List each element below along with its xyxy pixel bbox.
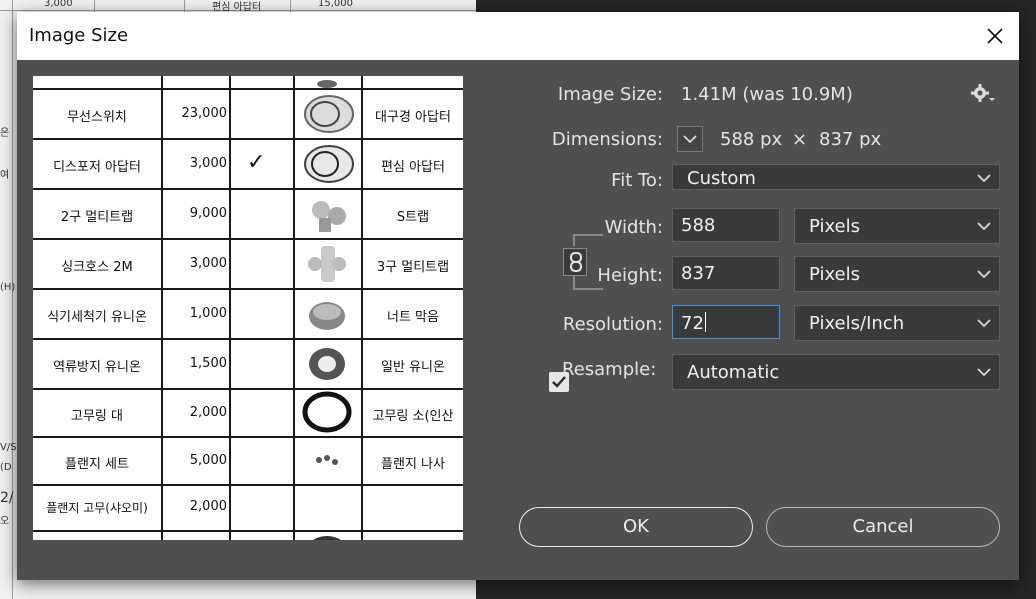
image-size-label: Image Size:	[557, 84, 663, 105]
gear-icon	[971, 84, 995, 102]
preview-cell-name: 무선스위치	[67, 110, 127, 125]
product-photo-icon	[304, 145, 354, 183]
image-size-dialog: Image Size 무선스위치 23,000 대구경 아답터 디스포저 아답터…	[17, 12, 1019, 580]
preview-cell-price: 23,000	[181, 106, 228, 121]
width-label: Width:	[604, 217, 663, 238]
dimensions-dropdown-button[interactable]	[677, 126, 703, 152]
chevron-down-icon	[683, 135, 697, 144]
preview-cell-desc: 편심 아답터	[381, 160, 445, 175]
bg-text: (D	[0, 462, 12, 473]
preview-cell-price: 3,000	[189, 156, 227, 171]
dimensions-label: Dimensions:	[551, 129, 663, 150]
chevron-down-icon	[977, 174, 991, 183]
preview-cell-name: 역류방지 유니온	[53, 360, 141, 375]
product-photo-icon	[302, 391, 352, 433]
fit-to-select[interactable]: Custom	[672, 164, 1000, 190]
product-photo-icon	[308, 246, 346, 282]
preview-cell-desc: 3구 멀티트랩	[376, 260, 450, 275]
product-photo-icon	[312, 201, 346, 232]
ok-button[interactable]: OK	[519, 507, 753, 547]
bg-text: 3,000	[44, 0, 73, 9]
bg-text: 여	[0, 170, 10, 181]
width-unit-select[interactable]: Pixels	[794, 208, 1000, 244]
preview-cell-price: 3,000	[189, 256, 227, 271]
preview-cell-price: 9,000	[189, 206, 227, 221]
preview-cell-desc: S트랩	[396, 210, 430, 225]
preview-cell-price: 1,500	[189, 356, 227, 371]
preview-cell-desc: 일반 유니온	[381, 360, 445, 375]
preview-cell-price: 2,000	[189, 499, 227, 514]
fit-to-value: Custom	[687, 168, 756, 189]
width-input[interactable]: 588	[672, 208, 780, 242]
bg-text: 15,000	[318, 0, 353, 9]
dimensions-times: ×	[792, 129, 808, 150]
product-photo-icon	[316, 455, 338, 465]
dialog-titlebar: Image Size	[17, 12, 1019, 60]
preview-cell-name: 고무링 대	[71, 409, 123, 424]
dimensions-height: 837 px	[819, 129, 882, 150]
resample-label: Resample:	[562, 359, 657, 380]
preview-cell-desc: 플랜지 나사	[381, 457, 445, 472]
resolution-input[interactable]: 72	[672, 305, 780, 339]
product-photo-icon	[309, 348, 345, 380]
resolution-unit-select[interactable]: Pixels/Inch	[794, 305, 1000, 341]
preview-cell-name: 식기세척기 유니온	[47, 310, 147, 325]
preview-cell-name: 디스포저 아답터	[53, 160, 141, 175]
product-photo-icon	[309, 302, 345, 330]
width-unit-value: Pixels	[809, 216, 861, 237]
chevron-down-icon	[977, 319, 991, 328]
settings-button[interactable]	[969, 82, 999, 106]
bg-text: 은	[0, 128, 10, 139]
resolution-label: Resolution:	[562, 314, 663, 335]
height-input[interactable]: 837	[672, 256, 780, 290]
preview-cell-name: 플랜지 고무(샤오미)	[46, 501, 148, 515]
product-photo-icon	[304, 95, 354, 133]
preview-cell-price: 1,000	[189, 306, 227, 321]
resolution-value: 72	[681, 313, 704, 334]
product-photo-icon	[313, 536, 341, 540]
image-size-value: 1.41M (was 10.9M)	[681, 84, 853, 105]
resolution-unit-value: Pixels/Inch	[809, 313, 905, 334]
preview-cell-name: 싱크호스 2M	[61, 260, 133, 275]
height-unit-value: Pixels	[809, 264, 861, 285]
chevron-down-icon	[977, 270, 991, 279]
preview-cell-name: 2구 멀티트랩	[60, 210, 134, 225]
text-cursor	[704, 312, 706, 332]
resample-method-select[interactable]: Automatic	[672, 354, 1000, 390]
cancel-button[interactable]: Cancel	[766, 507, 1000, 547]
bg-text: 2/	[0, 490, 14, 506]
bg-text: V/S	[0, 442, 17, 453]
resample-method-value: Automatic	[687, 362, 780, 383]
bg-text: (H)	[0, 282, 16, 293]
preview-cell-price: 5,000	[189, 453, 227, 468]
chevron-down-icon	[977, 222, 991, 231]
image-preview[interactable]: 무선스위치 23,000 대구경 아답터 디스포저 아답터 3,000 ✓ 편심…	[33, 76, 463, 540]
close-icon	[987, 28, 1003, 44]
close-button[interactable]	[971, 12, 1019, 60]
preview-cell-price: 2,000	[189, 405, 227, 420]
bg-text: 오	[0, 516, 10, 527]
preview-cell-desc: 너트 막음	[387, 310, 439, 325]
preview-cell-mark: ✓	[247, 150, 266, 175]
preview-cell-name: 플랜지 세트	[65, 457, 129, 472]
preview-cell-desc: 고무링 소(인산	[372, 409, 454, 424]
dialog-title: Image Size	[29, 25, 129, 46]
chevron-down-icon	[977, 368, 991, 377]
fit-to-label: Fit To:	[611, 170, 663, 191]
dimensions-width: 588 px	[720, 129, 783, 150]
preview-cell-desc: 대구경 아답터	[375, 110, 451, 125]
height-label: Height:	[597, 265, 663, 286]
height-unit-select[interactable]: Pixels	[794, 256, 1000, 292]
